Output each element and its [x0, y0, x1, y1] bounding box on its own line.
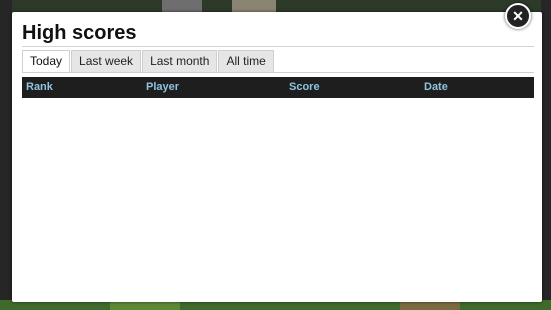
game-screen: High scores Today Last week Last month A… [0, 0, 551, 310]
column-header-player[interactable]: Player [146, 77, 179, 98]
title-divider [22, 46, 534, 47]
close-icon: ✕ [512, 8, 524, 24]
tab-all-time[interactable]: All time [218, 50, 274, 72]
period-tabs: Today Last week Last month All time [22, 50, 275, 72]
tab-today[interactable]: Today [22, 50, 71, 72]
tabs-divider [22, 72, 534, 73]
tab-last-month[interactable]: Last month [142, 50, 218, 72]
high-scores-dialog: High scores Today Last week Last month A… [12, 12, 542, 302]
tab-last-week[interactable]: Last week [71, 50, 142, 72]
game-background-left [0, 0, 12, 310]
dialog-title: High scores [22, 22, 137, 44]
column-header-rank[interactable]: Rank [26, 77, 53, 98]
column-header-date[interactable]: Date [424, 77, 448, 98]
scores-table-header: Rank Player Score Date [22, 77, 534, 98]
column-header-score[interactable]: Score [289, 77, 320, 98]
close-button[interactable]: ✕ [505, 3, 531, 29]
game-background-right [541, 0, 551, 310]
